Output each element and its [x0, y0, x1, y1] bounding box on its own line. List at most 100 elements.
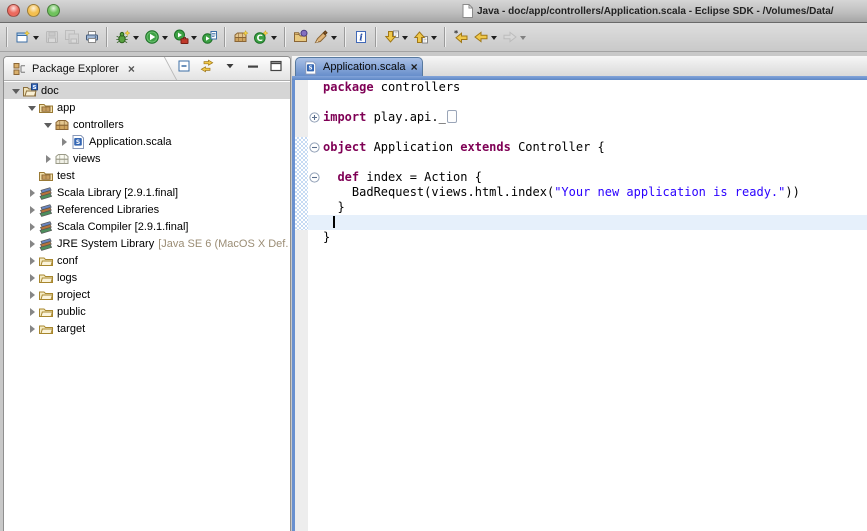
package-explorer-tab[interactable]: Package Explorer ×: [4, 57, 135, 80]
run-button[interactable]: [142, 25, 171, 49]
fold-minus-icon[interactable]: [309, 142, 320, 153]
code-text-area[interactable]: package controllers import play.api._obje…: [308, 80, 867, 245]
fold-plus-icon[interactable]: [309, 112, 320, 123]
code-line-11[interactable]: }: [308, 230, 867, 245]
last-edit-location-icon: *: [453, 29, 469, 45]
close-view-icon[interactable]: ×: [128, 63, 135, 75]
expand-arrow[interactable]: [26, 325, 38, 333]
project-tree[interactable]: SdocappcontrollersSApplication.scalaview…: [4, 81, 290, 531]
collapse-all-button[interactable]: [175, 59, 193, 77]
expand-arrow[interactable]: [26, 104, 38, 111]
code-line-10[interactable]: [308, 215, 867, 230]
javadoc-info-button[interactable]: i: [351, 25, 371, 49]
search-brush-button[interactable]: [311, 25, 340, 49]
expand-arrow[interactable]: [26, 206, 38, 214]
tree-item-controllers[interactable]: controllers: [4, 116, 290, 133]
editor-tab-application-scala[interactable]: S Application.scala ×: [295, 57, 423, 76]
search-brush-dropdown-arrow-icon[interactable]: [330, 35, 338, 40]
tree-item-views[interactable]: views: [4, 150, 290, 167]
code-line-7[interactable]: def index = Action {: [308, 170, 867, 185]
package-icon: [54, 117, 70, 133]
tree-item-application-scala[interactable]: SApplication.scala: [4, 133, 290, 150]
tree-item-scala-library-2-9-1-final[interactable]: Scala Library [2.9.1.final]: [4, 184, 290, 201]
expand-arrow[interactable]: [26, 240, 38, 248]
expand-arrow[interactable]: [26, 291, 38, 299]
tree-item-test[interactable]: test: [4, 167, 290, 184]
save-button[interactable]: [42, 25, 62, 49]
search-brush-icon: [313, 29, 329, 45]
code-line-2[interactable]: [308, 95, 867, 110]
expand-arrow[interactable]: [10, 87, 22, 94]
code-line-3[interactable]: import play.api._: [308, 110, 867, 125]
external-tools-button[interactable]: [200, 25, 220, 49]
next-annotation-dropdown-arrow-icon[interactable]: [401, 35, 409, 40]
new-java-class-button[interactable]: C: [251, 25, 280, 49]
debug-dropdown-arrow-icon[interactable]: [132, 35, 140, 40]
tree-item-label: project: [57, 289, 90, 301]
new-java-package-button[interactable]: [231, 25, 251, 49]
editor-tab-label: Application.scala: [323, 61, 406, 73]
tree-item-referenced-libraries[interactable]: Referenced Libraries: [4, 201, 290, 218]
previous-annotation-dropdown-arrow-icon[interactable]: [430, 35, 438, 40]
minimize-button[interactable]: [27, 4, 40, 17]
back-button[interactable]: [471, 25, 500, 49]
run-dropdown-arrow-icon[interactable]: [161, 35, 169, 40]
expand-arrow[interactable]: [26, 308, 38, 316]
new-wizard-dropdown-arrow-icon[interactable]: [32, 35, 40, 40]
code-token: Application: [366, 140, 460, 154]
expand-arrow[interactable]: [26, 257, 38, 265]
expand-arrow[interactable]: [26, 274, 38, 282]
new-wizard-button[interactable]: [13, 25, 42, 49]
back-dropdown-arrow-icon[interactable]: [490, 35, 498, 40]
keyword-token: object: [323, 140, 366, 154]
last-edit-location-button[interactable]: *: [451, 25, 471, 49]
code-editor[interactable]: package controllers import play.api._obje…: [292, 80, 867, 531]
code-line-5[interactable]: object Application extends Controller {: [308, 140, 867, 155]
tab-curve: [150, 57, 177, 80]
expand-arrow[interactable]: [26, 223, 38, 231]
run-history-button[interactable]: [171, 25, 200, 49]
tree-item-conf[interactable]: conf: [4, 252, 290, 269]
expand-arrow[interactable]: [42, 121, 54, 128]
new-java-class-dropdown-arrow-icon[interactable]: [270, 35, 278, 40]
tree-item-target[interactable]: target: [4, 320, 290, 337]
annotation-ruler[interactable]: [295, 80, 308, 531]
run-history-dropdown-arrow-icon[interactable]: [190, 35, 198, 40]
folder-icon: [38, 270, 54, 286]
close-button[interactable]: [7, 4, 20, 17]
expand-arrow[interactable]: [58, 138, 70, 146]
tree-item-logs[interactable]: logs: [4, 269, 290, 286]
code-line-8[interactable]: BadRequest(views.html.index("Your new ap…: [308, 185, 867, 200]
print-button[interactable]: [82, 25, 102, 49]
code-line-6[interactable]: [308, 155, 867, 170]
tree-item-jre-system-library[interactable]: JRE System Library[Java SE 6 (MacOS X De…: [4, 235, 290, 252]
tree-item-scala-compiler-2-9-1-final[interactable]: Scala Compiler [2.9.1.final]: [4, 218, 290, 235]
next-annotation-button[interactable]: [382, 25, 411, 49]
maximize-button[interactable]: [267, 59, 285, 77]
package-folder-icon: [38, 168, 54, 184]
tree-item-public[interactable]: public: [4, 303, 290, 320]
forward-button[interactable]: [500, 25, 529, 49]
save-all-button[interactable]: [62, 25, 82, 49]
open-type-button[interactable]: [291, 25, 311, 49]
collapsed-code-box[interactable]: [447, 110, 457, 123]
fold-minus-icon[interactable]: [309, 172, 320, 183]
code-line-4[interactable]: [308, 125, 867, 140]
tree-item-doc[interactable]: Sdoc: [4, 82, 290, 99]
debug-button[interactable]: [113, 25, 142, 49]
keyword-token: extends: [460, 140, 511, 154]
zoom-button[interactable]: [47, 4, 60, 17]
code-line-9[interactable]: }: [308, 200, 867, 215]
expand-arrow[interactable]: [42, 155, 54, 163]
previous-annotation-button[interactable]: [411, 25, 440, 49]
tree-item-project[interactable]: project: [4, 286, 290, 303]
link-with-editor-button[interactable]: [198, 59, 216, 77]
minimize-button[interactable]: [244, 59, 262, 77]
view-menu-button[interactable]: [221, 59, 239, 77]
tree-item-app[interactable]: app: [4, 99, 290, 116]
close-tab-icon[interactable]: ×: [411, 61, 418, 73]
document-icon: [462, 4, 473, 18]
code-line-1[interactable]: package controllers: [308, 80, 867, 95]
expand-arrow[interactable]: [26, 189, 38, 197]
forward-dropdown-arrow-icon[interactable]: [519, 35, 527, 40]
